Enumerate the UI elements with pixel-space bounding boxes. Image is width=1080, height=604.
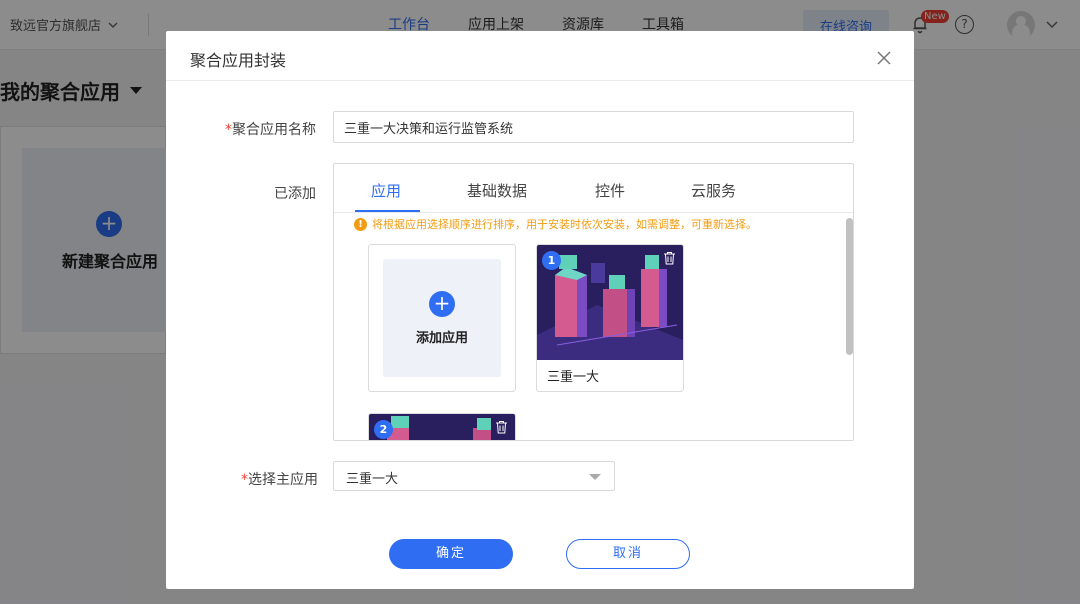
main-app-value: 三重一大 xyxy=(346,472,399,487)
add-app-card[interactable]: + 添加应用 xyxy=(368,244,516,392)
added-label: 已添加 xyxy=(274,186,316,202)
aggregate-app-modal: 聚合应用封装 *聚合应用名称 已添加 应用 基础数据 控件 云服务 ! 将根据应… xyxy=(166,31,914,589)
warning-icon: ! xyxy=(354,217,367,231)
tab-controls[interactable]: 控件 xyxy=(595,180,625,201)
app-card[interactable]: 1 三重一大 xyxy=(536,244,684,392)
order-badge: 2 xyxy=(374,420,393,439)
caret-down-icon xyxy=(589,474,601,480)
app-name-input[interactable] xyxy=(333,111,854,143)
modal-title: 聚合应用封装 xyxy=(190,51,287,70)
close-icon[interactable] xyxy=(876,50,892,66)
app-name-label: *聚合应用名称 xyxy=(176,119,316,139)
main-app-select[interactable]: 三重一大 xyxy=(333,461,615,491)
app-card[interactable]: 2 xyxy=(368,413,516,440)
trash-icon[interactable] xyxy=(663,251,676,265)
tab-cloud-services[interactable]: 云服务 xyxy=(691,180,736,201)
tab-base-data[interactable]: 基础数据 xyxy=(467,180,527,201)
required-mark: * xyxy=(225,122,232,138)
added-tabs: 应用 基础数据 控件 云服务 xyxy=(334,164,853,213)
main-app-label-text: 选择主应用 xyxy=(248,472,318,488)
plus-icon: + xyxy=(429,291,455,317)
add-app-label: 添加应用 xyxy=(415,331,468,346)
app-name: 三重一大 xyxy=(547,370,600,385)
app-name-label-text: 聚合应用名称 xyxy=(232,122,316,138)
confirm-button[interactable]: 确定 xyxy=(389,539,513,569)
order-notice: ! 将根据应用选择顺序进行排序，用于安装时依次安装，如需调整，可重新选择。 xyxy=(354,216,757,232)
tab-apps[interactable]: 应用 xyxy=(371,180,401,201)
cancel-button[interactable]: 取消 xyxy=(566,539,690,569)
modal-header: 聚合应用封装 xyxy=(166,31,914,81)
add-app-tile[interactable]: + 添加应用 xyxy=(383,259,501,377)
required-mark: * xyxy=(241,472,248,488)
order-notice-text: 将根据应用选择顺序进行排序，用于安装时依次安装，如需调整，可重新选择。 xyxy=(372,218,757,231)
order-badge: 1 xyxy=(542,251,561,270)
scrollbar-thumb[interactable] xyxy=(846,218,853,355)
main-app-label: *选择主应用 xyxy=(178,469,318,489)
trash-icon[interactable] xyxy=(495,420,508,434)
active-tab-indicator xyxy=(355,210,420,212)
added-items-panel: 应用 基础数据 控件 云服务 ! 将根据应用选择顺序进行排序，用于安装时依次安装… xyxy=(333,163,854,441)
